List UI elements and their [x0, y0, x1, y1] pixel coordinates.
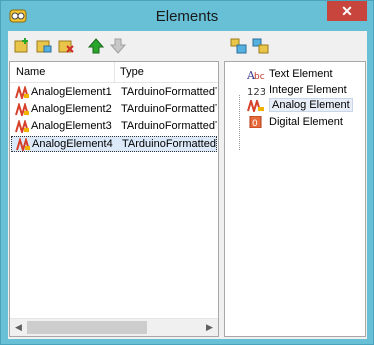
- digital-element-icon: 0: [249, 116, 262, 128]
- row-type: TArduinoFormattedTextElementAnalog: [121, 86, 217, 98]
- element-palette-tree[interactable]: A bc Text Element 123 Integer Element An…: [224, 61, 366, 337]
- column-separator[interactable]: [114, 62, 115, 82]
- elements-window: Elements ✕ Name Type AnalogElement1 TArd…: [0, 0, 374, 345]
- integer-element-icon: 123: [247, 87, 265, 96]
- add-folder-icon[interactable]: [35, 37, 53, 55]
- row-name: AnalogElement3: [31, 120, 112, 132]
- delete-element-icon[interactable]: [57, 37, 75, 55]
- title-bar[interactable]: Elements ✕: [1, 1, 373, 31]
- collapse-tree-icon[interactable]: [252, 37, 270, 55]
- analog-element-icon: [15, 86, 29, 99]
- client-area: Name Type AnalogElement1 TArduinoFormatt…: [8, 31, 367, 339]
- table-row[interactable]: AnalogElement3 TArduinoFormattedTextElem…: [11, 119, 217, 135]
- palette-item-label: Text Element: [269, 68, 333, 80]
- analog-element-icon: [16, 138, 30, 151]
- row-name: AnalogElement4: [32, 138, 113, 150]
- tree-connector-line: [239, 95, 241, 150]
- scroll-left-icon[interactable]: ◀: [11, 321, 26, 334]
- move-up-icon[interactable]: [87, 37, 105, 55]
- column-header-type[interactable]: Type: [120, 66, 144, 78]
- horizontal-scrollbar[interactable]: ◀ ▶: [10, 318, 218, 336]
- scrollbar-thumb[interactable]: [27, 321, 147, 334]
- expand-tree-icon[interactable]: [230, 37, 248, 55]
- close-button[interactable]: ✕: [327, 1, 367, 21]
- analog-element-icon: [15, 120, 29, 133]
- table-row-selected[interactable]: AnalogElement4 TArduinoFormattedTextElem…: [11, 136, 217, 152]
- elements-list[interactable]: Name Type AnalogElement1 TArduinoFormatt…: [9, 61, 219, 337]
- palette-item-label: Analog Element: [269, 98, 353, 112]
- text-element-icon: A bc: [247, 69, 265, 80]
- analog-element-icon: [15, 103, 29, 116]
- palette-item-label: Digital Element: [269, 116, 343, 128]
- window-title: Elements: [155, 8, 219, 25]
- row-name: AnalogElement1: [31, 86, 112, 98]
- row-type: TArduinoFormattedTextElementAnalog: [122, 138, 216, 150]
- svg-text:0: 0: [252, 119, 258, 128]
- table-row[interactable]: AnalogElement1 TArduinoFormattedTextElem…: [11, 85, 217, 101]
- add-element-icon[interactable]: [13, 37, 31, 55]
- scroll-right-icon[interactable]: ▶: [202, 321, 217, 334]
- palette-item-label: Integer Element: [269, 84, 347, 96]
- analog-element-icon: [247, 100, 264, 112]
- table-row[interactable]: AnalogElement2 TArduinoFormattedTextElem…: [11, 102, 217, 118]
- svg-text:123: 123: [247, 87, 265, 96]
- move-down-icon: [109, 38, 127, 54]
- row-type: TArduinoFormattedTextElementAnalog: [121, 103, 217, 115]
- column-header-name[interactable]: Name: [16, 66, 45, 78]
- row-name: AnalogElement2: [31, 103, 112, 115]
- svg-text:bc: bc: [254, 72, 265, 80]
- row-type: TArduinoFormattedTextElementAnalog: [121, 120, 217, 132]
- list-header: Name Type: [10, 62, 218, 83]
